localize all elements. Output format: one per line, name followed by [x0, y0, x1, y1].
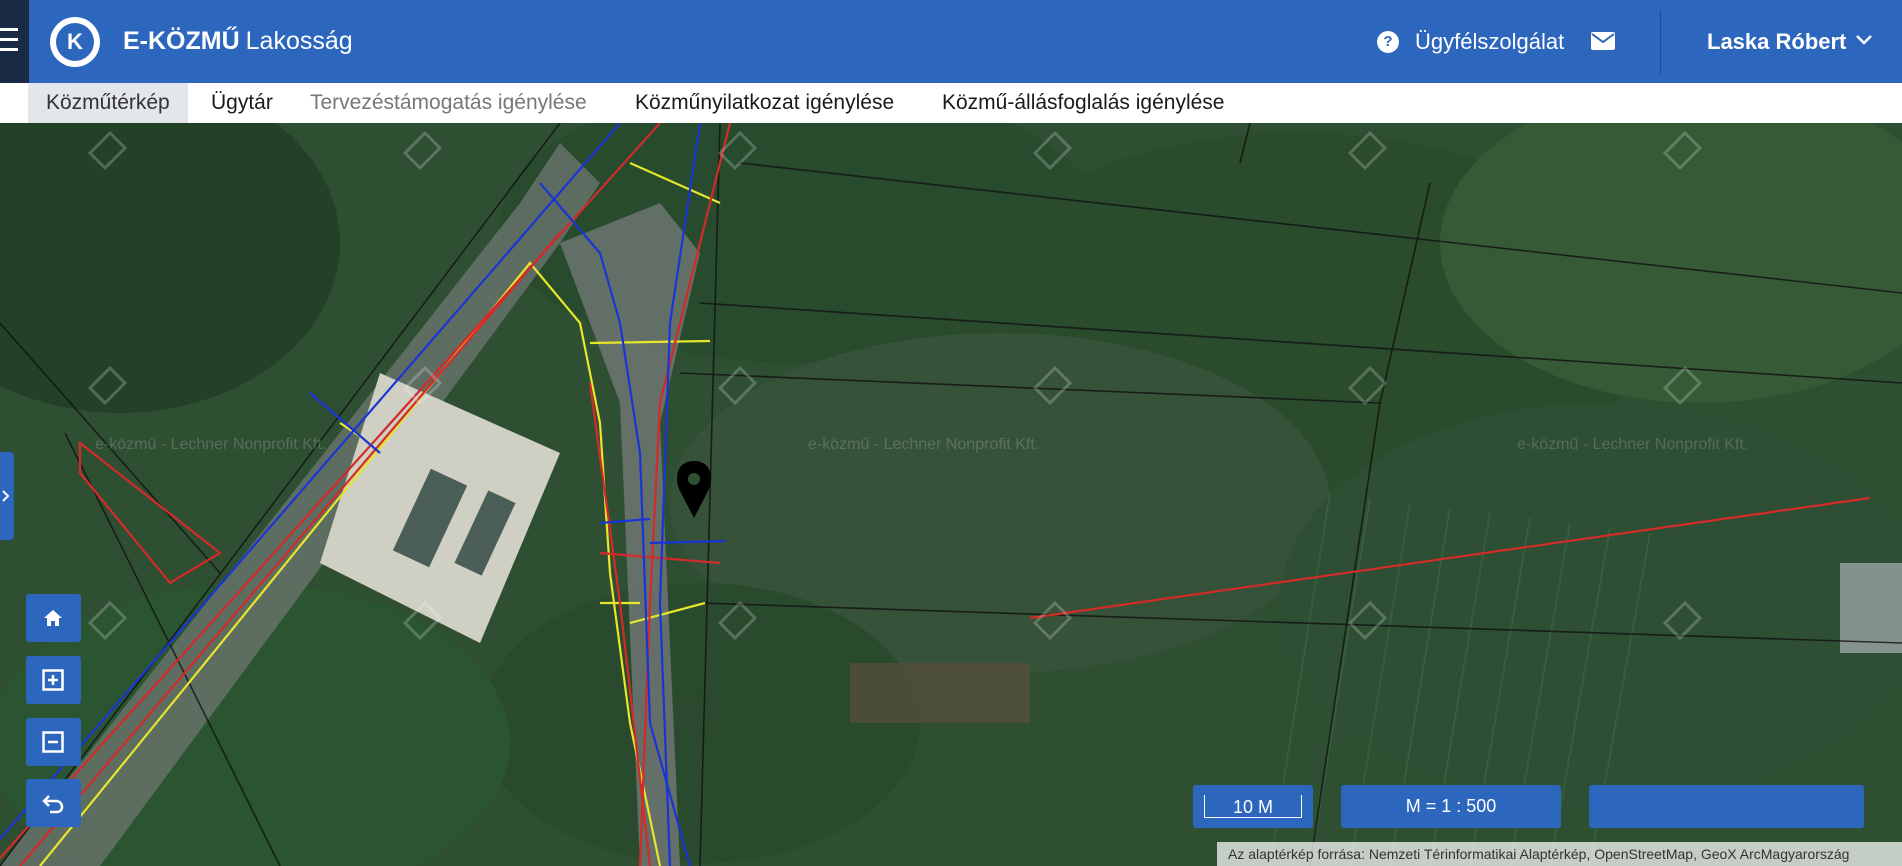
brand-main: E-KÖZMŰ [123, 27, 240, 55]
logo-letter: K [56, 23, 94, 61]
user-name[interactable]: Laska Róbert [1707, 29, 1846, 55]
map-attribution: Az alaptérkép forrása: Nemzeti Térinform… [1217, 842, 1902, 866]
coordinate-display [1589, 785, 1864, 828]
chevron-down-icon[interactable] [1855, 34, 1873, 46]
zoom-in-icon [42, 669, 64, 691]
home-button[interactable] [26, 594, 81, 642]
tab-kozmuterkep[interactable]: Közműtérkép [28, 83, 188, 123]
zoom-out-icon [42, 731, 64, 753]
help-link[interactable]: ? Ügyfélszolgálat [1377, 29, 1564, 55]
zoom-in-button[interactable] [26, 656, 81, 704]
tab-ugytar[interactable]: Ügytár [211, 83, 273, 123]
main-tabs: Közműtérkép Ügytár Tervezéstámogatás igé… [0, 83, 1902, 123]
scale-ratio: M = 1 : 500 [1341, 785, 1561, 828]
watermark-text: e-közmű - Lechner Nonprofit Kft. [808, 436, 1040, 453]
map-canvas[interactable] [0, 123, 1902, 866]
mail-icon[interactable] [1591, 32, 1615, 50]
scale-bar: 10 M [1193, 785, 1313, 828]
tab-tervezestamogatas: Tervezéstámogatás igénylése [310, 91, 587, 114]
question-icon: ? [1377, 31, 1399, 53]
header-divider [1660, 10, 1661, 74]
undo-icon [42, 795, 64, 814]
menu-icon[interactable] [0, 0, 29, 83]
sidebar-toggle[interactable] [0, 452, 14, 540]
tab-kozmunyilatkozat[interactable]: Közműnyilatkozat igénylése [635, 83, 894, 123]
watermark-text: e-közmű - Lechner Nonprofit Kft. [95, 436, 327, 453]
help-label: Ügyfélszolgálat [1415, 29, 1565, 54]
top-bar: K E-KÖZMŰ Lakosság ? Ügyfélszolgálat Lask… [0, 0, 1902, 83]
chevron-right-icon [2, 490, 10, 502]
e-kozmu-logo[interactable]: K [50, 17, 100, 67]
tab-kozmu-allasfoglalas[interactable]: Közmű-állásfoglalás igénylése [942, 83, 1225, 123]
brand-sub: Lakosság [245, 27, 353, 55]
scale-bar-label: 10 M [1204, 795, 1302, 818]
zoom-out-button[interactable] [26, 718, 81, 766]
app-title: E-KÖZMŰ Lakosság [123, 27, 353, 56]
home-icon [44, 610, 62, 626]
undo-button[interactable] [26, 779, 81, 827]
watermark-text: e-közmű - Lechner Nonprofit Kft. [1517, 436, 1749, 453]
map-view[interactable]: e-közmű - Lechner Nonprofit Kft. e-közmű… [0, 123, 1902, 866]
